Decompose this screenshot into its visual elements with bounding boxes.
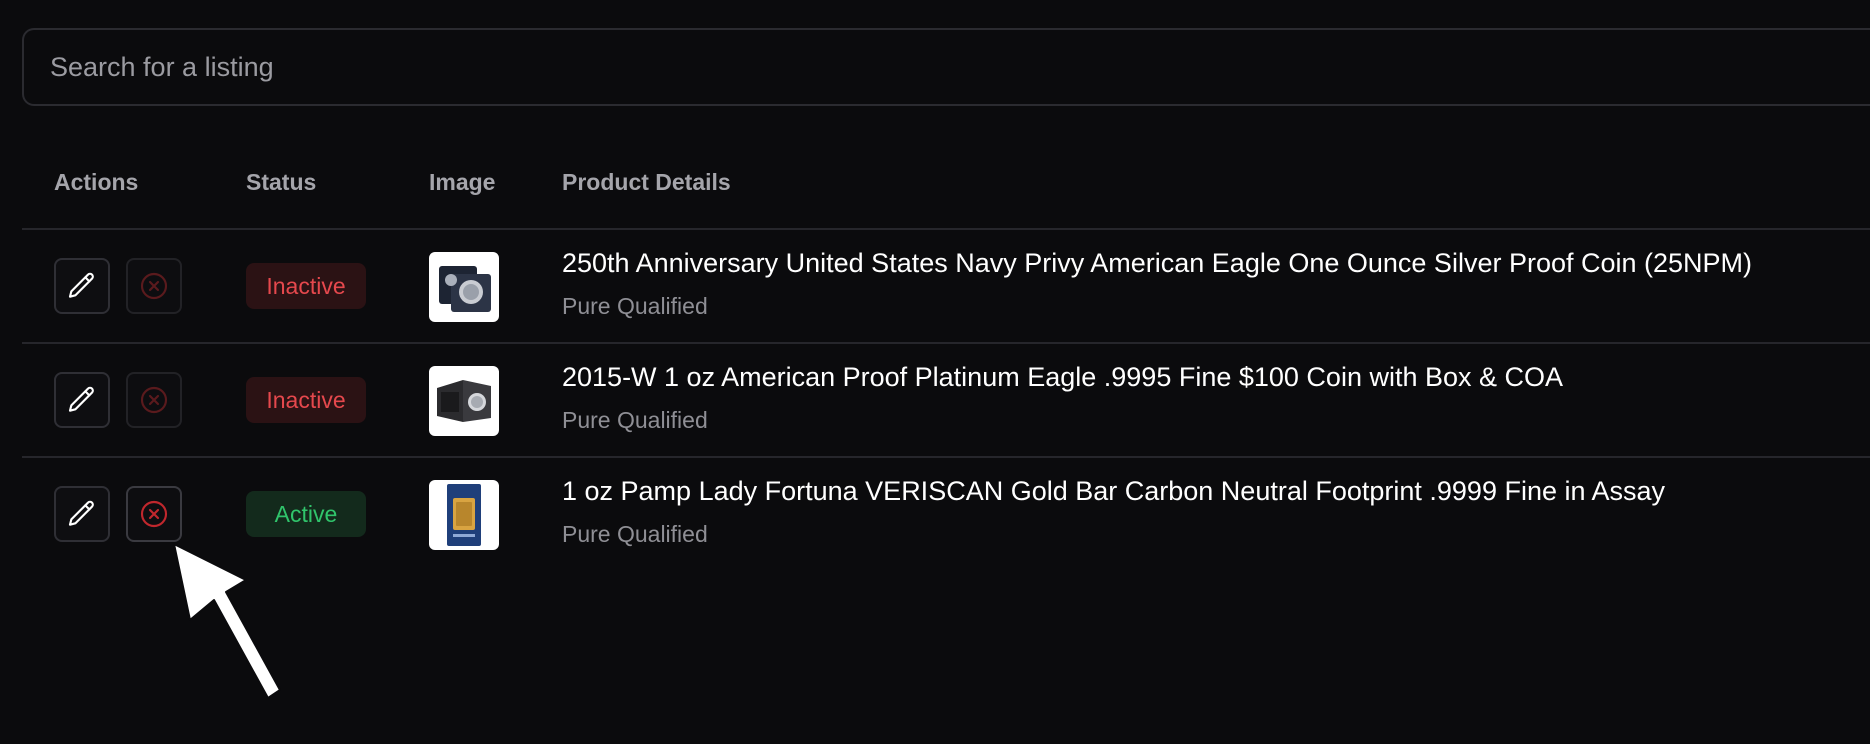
search-bar [22, 28, 1870, 106]
coin-box-thumbnail [437, 380, 491, 422]
product-image[interactable] [429, 252, 499, 322]
status-badge: Inactive [246, 377, 366, 423]
product-subtitle: Pure Qualified [562, 293, 708, 319]
close-circle-icon [140, 386, 168, 414]
close-circle-icon [140, 272, 168, 300]
product-subtitle: Pure Qualified [562, 521, 708, 547]
header-status: Status [246, 169, 317, 195]
edit-button[interactable] [54, 486, 110, 542]
product-title[interactable]: 2015-W 1 oz American Proof Platinum Eagl… [562, 362, 1563, 393]
delete-button[interactable] [126, 372, 182, 428]
product-image[interactable] [429, 480, 499, 550]
pencil-icon [68, 272, 94, 298]
close-circle-icon [140, 500, 168, 528]
table-row: Inactive 2015-W 1 oz American Proof Plat… [22, 344, 1870, 458]
table-row: Inactive 250th Anniversary United States… [22, 230, 1870, 344]
listings-page: Actions Status Image Product Details Ina… [0, 0, 1870, 744]
edit-button[interactable] [54, 372, 110, 428]
product-subtitle: Pure Qualified [562, 407, 708, 433]
delete-button[interactable] [126, 258, 182, 314]
delete-button[interactable] [126, 486, 182, 542]
status-badge: Active [246, 491, 366, 537]
arrow-cursor-icon [173, 543, 281, 699]
gold-bar-assay-thumbnail [447, 484, 481, 546]
silver-coin-set-thumbnail [439, 266, 491, 312]
header-product-details: Product Details [562, 169, 731, 195]
pencil-icon [68, 386, 94, 412]
table-row: Active 1 oz Pamp Lady Fortuna VERISCAN G… [22, 458, 1870, 570]
header-actions: Actions [54, 169, 139, 195]
edit-button[interactable] [54, 258, 110, 314]
pencil-icon [68, 500, 94, 526]
status-badge: Inactive [246, 263, 366, 309]
product-title[interactable]: 1 oz Pamp Lady Fortuna VERISCAN Gold Bar… [562, 476, 1665, 507]
table-header: Actions Status Image Product Details [22, 150, 1870, 230]
header-image: Image [429, 169, 496, 195]
product-image[interactable] [429, 366, 499, 436]
product-title[interactable]: 250th Anniversary United States Navy Pri… [562, 248, 1752, 279]
search-input[interactable] [24, 30, 1870, 104]
